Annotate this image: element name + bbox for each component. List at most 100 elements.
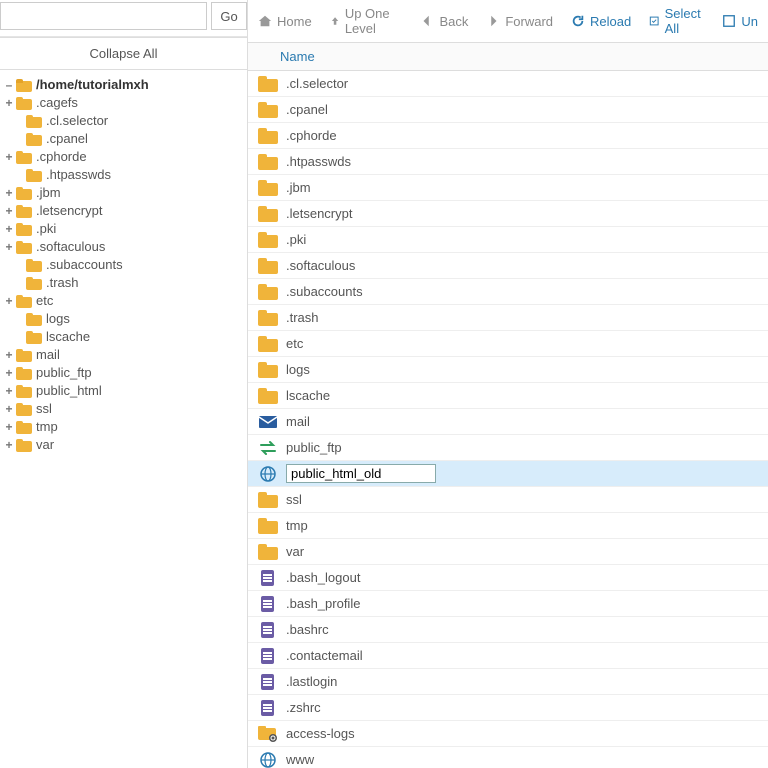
expander-icon[interactable]: + xyxy=(4,418,14,436)
folder-icon xyxy=(258,310,278,326)
folder-icon xyxy=(258,336,278,352)
file-row[interactable]: var xyxy=(248,539,768,565)
file-row[interactable]: tmp xyxy=(248,513,768,539)
file-row[interactable]: .zshrc xyxy=(248,695,768,721)
tree-item-label: .cphorde xyxy=(36,148,87,166)
file-row[interactable]: .lastlogin xyxy=(248,669,768,695)
folder-open-icon xyxy=(16,79,32,92)
tree-item[interactable]: lscache xyxy=(4,328,243,346)
up-arrow-icon xyxy=(330,14,340,28)
collapse-all-button[interactable]: Collapse All xyxy=(0,37,247,70)
file-row[interactable]: .bash_logout xyxy=(248,565,768,591)
expander-icon[interactable]: + xyxy=(4,148,14,166)
select-all-button[interactable]: Select All xyxy=(649,6,704,36)
file-row[interactable]: .softaculous xyxy=(248,253,768,279)
tree-item[interactable]: .subaccounts xyxy=(4,256,243,274)
file-row[interactable] xyxy=(248,461,768,487)
tree-item[interactable]: + public_html xyxy=(4,382,243,400)
tree-item[interactable]: +.cagefs xyxy=(4,94,243,112)
file-row[interactable]: mail xyxy=(248,409,768,435)
swap-icon xyxy=(258,440,278,456)
expander-icon[interactable]: – xyxy=(4,76,14,94)
tree-item[interactable]: +tmp xyxy=(4,418,243,436)
tree-item[interactable]: + .cphorde xyxy=(4,148,243,166)
tree-item[interactable]: .trash xyxy=(4,274,243,292)
tree-item[interactable]: +ssl xyxy=(4,400,243,418)
file-name: .cl.selector xyxy=(286,76,348,91)
expander-icon[interactable]: + xyxy=(4,94,14,112)
tree-item[interactable]: .cl.selector xyxy=(4,112,243,130)
reload-label: Reload xyxy=(590,14,631,29)
expander-icon[interactable]: + xyxy=(4,292,14,310)
file-row[interactable]: .bashrc xyxy=(248,617,768,643)
doc-icon xyxy=(258,700,278,716)
tree-item[interactable]: +.pki xyxy=(4,220,243,238)
expander-icon[interactable]: + xyxy=(4,436,14,454)
tree-item[interactable]: .htpasswds xyxy=(4,166,243,184)
file-name: .lastlogin xyxy=(286,674,337,689)
folder-icon xyxy=(26,259,42,272)
file-row[interactable]: .bash_profile xyxy=(248,591,768,617)
file-row[interactable]: www xyxy=(248,747,768,768)
file-row[interactable]: .cl.selector xyxy=(248,71,768,97)
back-button[interactable]: Back xyxy=(420,14,468,29)
tree-root[interactable]: – /home/tutorialmxh xyxy=(4,76,243,94)
tree-item[interactable]: +mail xyxy=(4,346,243,364)
forward-button[interactable]: Forward xyxy=(486,14,553,29)
tree-item[interactable]: .cpanel xyxy=(4,130,243,148)
sidebar: Go Collapse All – /home/tutorialmxh +.ca… xyxy=(0,0,248,768)
expander-icon[interactable]: + xyxy=(4,346,14,364)
file-row[interactable]: .cphorde xyxy=(248,123,768,149)
file-name: .cphorde xyxy=(286,128,337,143)
folder-icon xyxy=(258,180,278,196)
reload-button[interactable]: Reload xyxy=(571,14,631,29)
rename-input[interactable] xyxy=(286,464,436,483)
file-row[interactable]: .cpanel xyxy=(248,97,768,123)
file-row[interactable]: logs xyxy=(248,357,768,383)
tree-item-label: public_html xyxy=(36,382,102,400)
tree-item[interactable]: +public_ftp xyxy=(4,364,243,382)
file-row[interactable]: public_ftp xyxy=(248,435,768,461)
file-row[interactable]: .htpasswds xyxy=(248,149,768,175)
expander-icon[interactable]: + xyxy=(4,220,14,238)
file-row[interactable]: ssl xyxy=(248,487,768,513)
tree-item[interactable]: +.letsencrypt xyxy=(4,202,243,220)
file-row[interactable]: .subaccounts xyxy=(248,279,768,305)
folder-icon xyxy=(258,232,278,248)
file-row[interactable]: etc xyxy=(248,331,768,357)
expander-icon[interactable]: + xyxy=(4,382,14,400)
up-one-level-button[interactable]: Up One Level xyxy=(330,6,403,36)
file-row[interactable]: lscache xyxy=(248,383,768,409)
go-button[interactable]: Go xyxy=(211,2,247,30)
file-row[interactable]: .contactemail xyxy=(248,643,768,669)
path-input[interactable] xyxy=(0,2,207,30)
expander-icon[interactable]: + xyxy=(4,184,14,202)
column-header[interactable]: Name xyxy=(248,43,768,71)
tree-item[interactable]: +.jbm xyxy=(4,184,243,202)
folder-icon xyxy=(26,277,42,290)
folder-tree: – /home/tutorialmxh +.cagefs.cl.selector… xyxy=(0,70,247,768)
tree-item[interactable]: +etc xyxy=(4,292,243,310)
home-button[interactable]: Home xyxy=(258,14,312,29)
doc-icon xyxy=(258,596,278,612)
expander-icon[interactable]: + xyxy=(4,238,14,256)
tree-item[interactable]: logs xyxy=(4,310,243,328)
file-name: logs xyxy=(286,362,310,377)
file-row[interactable]: access-logs xyxy=(248,721,768,747)
tree-item[interactable]: +var xyxy=(4,436,243,454)
folder-icon xyxy=(258,258,278,274)
file-name: .letsencrypt xyxy=(286,206,352,221)
folder-icon xyxy=(258,128,278,144)
file-name: .bash_profile xyxy=(286,596,360,611)
file-row[interactable]: .letsencrypt xyxy=(248,201,768,227)
expander-icon[interactable]: + xyxy=(4,202,14,220)
folder-icon xyxy=(26,313,42,326)
unselect-button[interactable]: Un xyxy=(722,14,758,29)
tree-item[interactable]: +.softaculous xyxy=(4,238,243,256)
file-row[interactable]: .pki xyxy=(248,227,768,253)
expander-icon[interactable]: + xyxy=(4,364,14,382)
file-row[interactable]: .jbm xyxy=(248,175,768,201)
name-column-label: Name xyxy=(280,49,315,64)
expander-icon[interactable]: + xyxy=(4,400,14,418)
file-row[interactable]: .trash xyxy=(248,305,768,331)
